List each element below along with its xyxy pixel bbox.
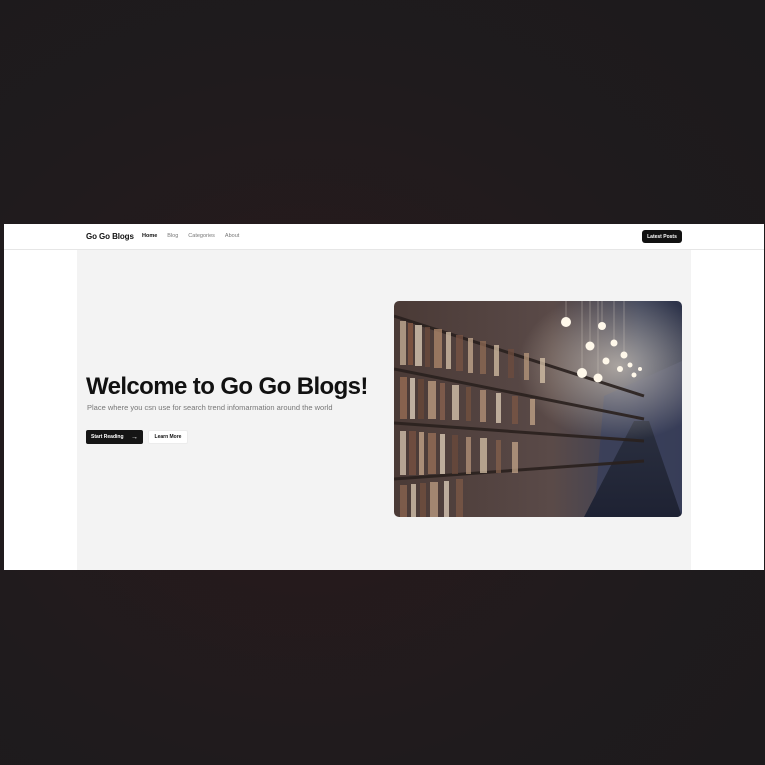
start-reading-button[interactable]: Start Reading →	[86, 430, 143, 444]
nav-links: Home Blog Categories About	[142, 233, 239, 239]
hero-image	[394, 301, 682, 517]
learn-more-button[interactable]: Learn More	[148, 430, 188, 444]
start-reading-label: Start Reading	[91, 434, 124, 440]
library-image	[394, 301, 682, 517]
hero-subtitle: Place where you csn use for search trend…	[87, 403, 333, 412]
nav-link-blog[interactable]: Blog	[167, 233, 178, 239]
latest-posts-button[interactable]: Latest Posts	[642, 230, 682, 243]
nav-link-home[interactable]: Home	[142, 233, 157, 239]
arrow-right-icon: →	[131, 433, 138, 441]
navbar: Go Go Blogs Home Blog Categories About L…	[4, 224, 764, 250]
browser-viewport: Go Go Blogs Home Blog Categories About L…	[4, 224, 764, 570]
nav-link-categories[interactable]: Categories	[188, 233, 215, 239]
hero-section: Welcome to Go Go Blogs! Place where you …	[77, 250, 691, 570]
hero-title: Welcome to Go Go Blogs!	[86, 373, 368, 400]
brand-logo[interactable]: Go Go Blogs	[86, 232, 134, 241]
nav-link-about[interactable]: About	[225, 233, 239, 239]
